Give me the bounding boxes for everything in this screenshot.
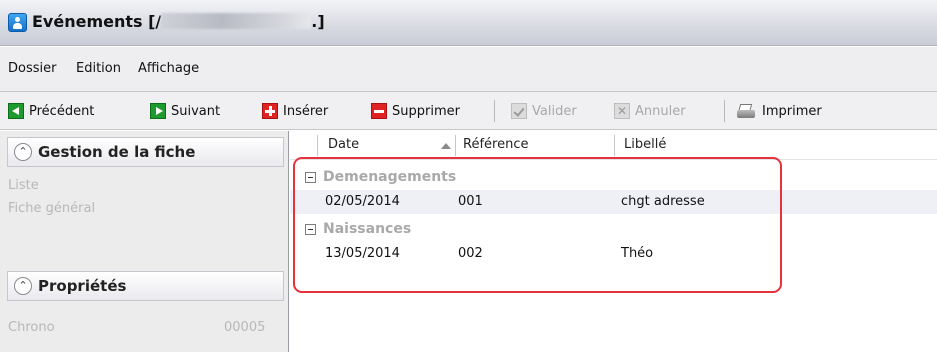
cross-icon: ✕ <box>614 103 630 119</box>
collapse-chevron-icon[interactable]: ⌃ <box>14 277 32 295</box>
next-label: Suivant <box>171 103 221 119</box>
column-separator <box>455 135 456 156</box>
column-separator <box>614 135 615 156</box>
delete-button[interactable]: Supprimer <box>371 101 460 121</box>
column-separator <box>317 135 318 156</box>
cancel-label: Annuler <box>635 103 686 119</box>
next-arrow-icon <box>150 103 166 119</box>
section-title: Gestion de la fiche <box>38 143 196 161</box>
previous-label: Précédent <box>29 103 95 119</box>
next-button[interactable]: Suivant <box>150 101 220 121</box>
field-chrono-value: 00005 <box>224 320 266 335</box>
redacted-name <box>161 13 312 29</box>
window-title: Evénements [/.] <box>32 12 325 31</box>
window-title-bar: Evénements [/.] <box>0 0 937 46</box>
validate-label: Valider <box>532 103 577 119</box>
section-header-gestion[interactable]: ⌃ Gestion de la fiche <box>7 137 284 167</box>
insert-label: Insérer <box>283 103 329 119</box>
section-header-proprietes[interactable]: ⌃ Propriétés <box>7 271 284 301</box>
link-fiche-general[interactable]: Fiche général <box>8 201 95 216</box>
menu-bar: Dossier Edition Affichage <box>0 47 937 92</box>
column-header-date[interactable]: Date <box>328 137 359 152</box>
check-icon <box>511 103 527 119</box>
cancel-button[interactable]: ✕ Annuler <box>614 101 686 121</box>
app-user-icon <box>8 13 27 32</box>
print-button[interactable]: Imprimer <box>737 101 822 121</box>
annotation-highlight-box <box>293 157 782 293</box>
column-header-libelle[interactable]: Libellé <box>624 137 666 152</box>
section-title: Propriétés <box>38 277 127 295</box>
column-header-reference[interactable]: Référence <box>463 137 528 152</box>
insert-button[interactable]: Insérer <box>262 101 328 121</box>
printer-icon <box>737 103 757 119</box>
menu-edition[interactable]: Edition <box>76 61 121 76</box>
toolbar-separator <box>494 100 495 122</box>
link-liste[interactable]: Liste <box>8 178 39 193</box>
previous-arrow-icon <box>8 103 24 119</box>
sort-ascending-icon <box>441 143 451 149</box>
delete-label: Supprimer <box>392 103 460 119</box>
minus-icon <box>371 103 387 119</box>
field-chrono-label: Chrono <box>8 320 55 335</box>
grid-header: Date Référence Libellé <box>290 131 937 160</box>
collapse-chevron-icon[interactable]: ⌃ <box>14 143 32 161</box>
plus-icon <box>262 103 278 119</box>
toolbar-separator <box>724 100 725 122</box>
menu-affichage[interactable]: Affichage <box>138 61 199 76</box>
previous-button[interactable]: Précédent <box>8 101 94 121</box>
toolbar: Précédent Suivant Insérer Supprimer Vali… <box>0 92 937 130</box>
left-panel: ⌃ Gestion de la fiche Liste Fiche généra… <box>0 131 289 352</box>
menu-dossier[interactable]: Dossier <box>8 61 56 76</box>
print-label: Imprimer <box>762 103 822 119</box>
validate-button[interactable]: Valider <box>511 101 577 121</box>
